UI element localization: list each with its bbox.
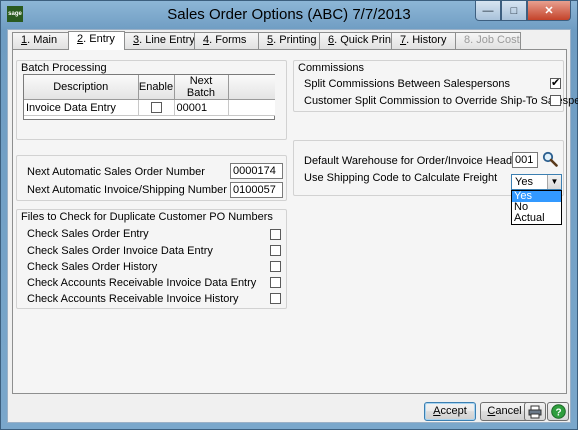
svg-text:?: ? — [555, 408, 561, 419]
batch-grid[interactable]: Description Enable Next Batch Invoice Da… — [23, 74, 275, 120]
check-so-entry-checkbox[interactable] — [270, 229, 281, 240]
window-controls: — □ ✕ — [475, 1, 571, 21]
next-sales-order-field[interactable]: 0000174 — [230, 163, 283, 179]
shipping-code-options[interactable]: Yes No Actual — [511, 190, 562, 225]
print-button[interactable] — [524, 402, 546, 421]
batch-processing-title: Batch Processing — [21, 62, 107, 74]
help-button[interactable]: ? — [547, 402, 569, 421]
cell-enable[interactable] — [138, 99, 175, 116]
tab-quick-print[interactable]: 6. Quick Print — [319, 32, 394, 49]
entry-tab-page: Batch Processing Description Enable Next… — [12, 49, 578, 394]
tab-entry[interactable]: 2. Entry — [68, 31, 125, 50]
default-warehouse-label: Default Warehouse for Order/Invoice Head… — [304, 155, 522, 167]
next-sales-order-label: Next Automatic Sales Order Number — [27, 166, 205, 178]
table-row[interactable]: Invoice Data Entry 00001 — [24, 99, 275, 116]
accept-button[interactable]: Accept — [424, 402, 476, 421]
default-warehouse-field[interactable]: 001 — [512, 152, 538, 168]
cell-description[interactable]: Invoice Data Entry — [24, 99, 139, 116]
cell-filler — [228, 99, 275, 116]
shipping-code-dropdown[interactable]: Yes ▼ — [511, 174, 562, 190]
client-area: 1. Main 2. Entry 3. Line Entry 4. Forms … — [7, 29, 578, 423]
magnifier-icon[interactable] — [542, 151, 558, 167]
tab-line-entry[interactable]: 3. Line Entry — [124, 32, 195, 49]
chevron-down-icon[interactable]: ▼ — [547, 175, 561, 189]
next-numbers-group: Next Automatic Sales Order Number 000017… — [16, 155, 287, 201]
check-so-entry-label: Check Sales Order Entry — [27, 228, 149, 240]
column-header-enable[interactable]: Enable — [138, 75, 175, 100]
check-ar-invoice-checkbox[interactable] — [270, 277, 281, 288]
commissions-title: Commissions — [298, 62, 365, 74]
check-so-invoice-label: Check Sales Order Invoice Data Entry — [27, 245, 213, 257]
enable-checkbox[interactable] — [150, 102, 162, 113]
check-so-invoice-checkbox[interactable] — [270, 245, 281, 256]
tab-main[interactable]: 1. Main — [12, 32, 69, 49]
batch-grid-header: Description Enable Next Batch — [24, 75, 275, 100]
option-actual[interactable]: Actual — [512, 213, 561, 224]
check-ar-history-checkbox[interactable] — [270, 293, 281, 304]
duplicate-po-group: Files to Check for Duplicate Customer PO… — [16, 209, 287, 309]
duplicate-po-title: Files to Check for Duplicate Customer PO… — [21, 211, 273, 223]
column-header-description[interactable]: Description — [24, 75, 139, 100]
use-shipping-code-label: Use Shipping Code to Calculate Freight — [304, 172, 498, 184]
check-so-history-label: Check Sales Order History — [27, 261, 158, 273]
column-header-filler — [228, 75, 275, 100]
check-so-history-checkbox[interactable] — [270, 261, 281, 272]
column-header-next-batch[interactable]: Next Batch — [174, 75, 229, 100]
tab-printing[interactable]: 5. Printing — [258, 32, 320, 49]
next-invoice-field[interactable]: 0100057 — [230, 182, 283, 198]
close-button[interactable]: ✕ — [527, 1, 571, 21]
next-invoice-label: Next Automatic Invoice/Shipping Number — [27, 184, 227, 196]
minimize-button[interactable]: — — [475, 1, 501, 21]
cancel-button[interactable]: Cancel — [480, 402, 529, 421]
tab-job-cost: 8. Job Cost — [455, 32, 521, 49]
check-ar-invoice-label: Check Accounts Receivable Invoice Data E… — [27, 277, 257, 289]
commissions-group: Commissions Split Commissions Between Sa… — [293, 60, 578, 112]
customer-split-label: Customer Split Commission to Override Sh… — [304, 95, 578, 107]
printer-icon — [528, 405, 542, 418]
split-commissions-checkbox[interactable] — [550, 76, 561, 89]
maximize-button[interactable]: □ — [501, 1, 527, 21]
customer-split-checkbox[interactable] — [550, 95, 561, 106]
shipping-code-selected: Yes — [515, 176, 533, 188]
help-icon: ? — [550, 404, 566, 419]
tab-history[interactable]: 7. History — [391, 32, 456, 49]
title-bar[interactable]: sage Sales Order Options (ABC) 7/7/2013 … — [1, 1, 577, 29]
split-commissions-label: Split Commissions Between Salespersons — [304, 78, 511, 90]
batch-processing-group: Batch Processing Description Enable Next… — [16, 60, 287, 140]
cell-next-batch[interactable]: 00001 — [174, 99, 229, 116]
window: sage Sales Order Options (ABC) 7/7/2013 … — [0, 0, 578, 430]
check-ar-history-label: Check Accounts Receivable Invoice Histor… — [27, 293, 239, 305]
tab-strip: 1. Main 2. Entry 3. Line Entry 4. Forms … — [12, 31, 521, 50]
tab-forms[interactable]: 4. Forms — [194, 32, 259, 49]
